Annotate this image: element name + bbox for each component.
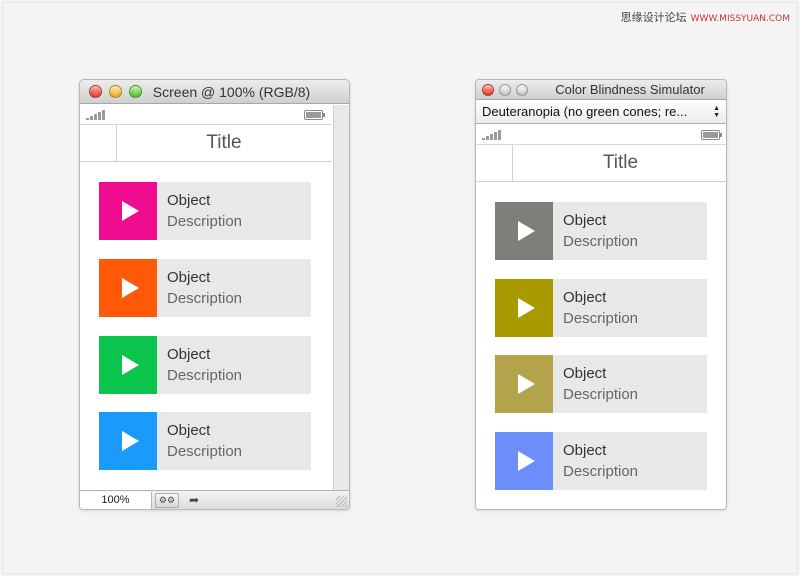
play-icon [121, 431, 139, 451]
thumbnail[interactable] [495, 355, 553, 413]
nav-bar: Title [476, 145, 726, 182]
zoom-button[interactable] [129, 85, 142, 98]
vertical-scrollbar[interactable] [333, 105, 349, 491]
item-title: Object [563, 442, 607, 459]
list-item[interactable]: Object Description [495, 432, 707, 490]
item-description: Description [563, 233, 639, 250]
thumbnail[interactable] [99, 412, 157, 470]
list-item[interactable]: Object Description [495, 202, 707, 260]
play-icon [121, 355, 139, 375]
item-title: Object [167, 346, 211, 363]
watermark-text: 思缘设计论坛 [620, 11, 687, 24]
zoom-button[interactable] [516, 83, 528, 96]
play-icon [517, 451, 535, 471]
nav-back-button[interactable] [80, 125, 117, 161]
item-description: Description [563, 310, 639, 327]
close-button[interactable] [89, 85, 102, 98]
chevron-updown-icon: ▲ ▼ [713, 105, 720, 119]
thumbnail[interactable] [495, 202, 553, 260]
status-bar [80, 105, 331, 125]
battery-icon [701, 130, 722, 140]
signal-icon [482, 130, 501, 140]
nav-title: Title [206, 132, 242, 153]
phone-screen: Title Object Description Object Descriptio… [476, 125, 726, 509]
minimize-button[interactable] [499, 83, 511, 96]
list-item[interactable]: Object Description [99, 259, 311, 317]
share-icon[interactable]: ➦ [182, 493, 206, 508]
watermark-url: WWW.MISSYUAN.COM [690, 14, 790, 24]
item-title: Object [167, 422, 211, 439]
thumbnail[interactable] [495, 279, 553, 337]
resize-grip-icon[interactable] [336, 496, 347, 507]
thumbnail[interactable] [99, 259, 157, 317]
item-title: Object [563, 289, 607, 306]
list-item[interactable]: Object Description [99, 412, 311, 470]
close-button[interactable] [482, 83, 494, 96]
deficiency-select-value: Deuteranopia (no green cones; re... [482, 104, 688, 119]
window-titlebar[interactable]: Screen @ 100% (RGB/8) [80, 80, 349, 104]
item-description: Description [563, 386, 639, 403]
zoom-level-field[interactable]: 100% [80, 491, 152, 509]
item-description: Description [167, 367, 243, 384]
window-titlebar[interactable]: Color Blindness Simulator [476, 80, 726, 100]
window-statusbar: 100% ⚙⚙ ➦ [80, 490, 349, 509]
item-title: Object [563, 365, 607, 382]
list-item[interactable]: Object Description [495, 279, 707, 337]
list-item[interactable]: Object Description [495, 355, 707, 413]
thumbnail[interactable] [99, 336, 157, 394]
list-item[interactable]: Object Description [99, 182, 311, 240]
phone-screen: Title Object Description Object Descriptio… [80, 105, 331, 491]
play-icon [517, 374, 535, 394]
item-title: Object [167, 269, 211, 286]
minimize-button[interactable] [109, 85, 122, 98]
item-title: Object [167, 192, 211, 209]
signal-icon [86, 110, 105, 120]
status-bar [476, 125, 726, 145]
thumbnail[interactable] [495, 432, 553, 490]
item-description: Description [167, 213, 243, 230]
watermark: 思缘设计论坛 WWW.MISSYUAN.COM [621, 9, 790, 25]
item-title: Object [563, 212, 607, 229]
item-description: Description [167, 290, 243, 307]
item-description: Description [563, 463, 639, 480]
screen-window: Screen @ 100% (RGB/8) Title Object Descri… [79, 79, 350, 510]
list-item[interactable]: Object Description [99, 336, 311, 394]
nav-title: Title [602, 152, 639, 173]
play-icon [517, 298, 535, 318]
nav-back-button[interactable] [476, 145, 513, 181]
play-icon [121, 278, 139, 298]
deficiency-select[interactable]: Deuteranopia (no green cones; re... ▲ ▼ [476, 100, 726, 124]
thumbnail[interactable] [99, 182, 157, 240]
battery-icon [304, 110, 325, 120]
gear-icon[interactable]: ⚙⚙ [155, 492, 179, 508]
color-blindness-window: Color Blindness Simulator Deuteranopia (… [475, 79, 727, 510]
item-description: Description [167, 443, 243, 460]
play-icon [517, 221, 535, 241]
play-icon [121, 201, 139, 221]
nav-bar: Title [80, 125, 331, 162]
